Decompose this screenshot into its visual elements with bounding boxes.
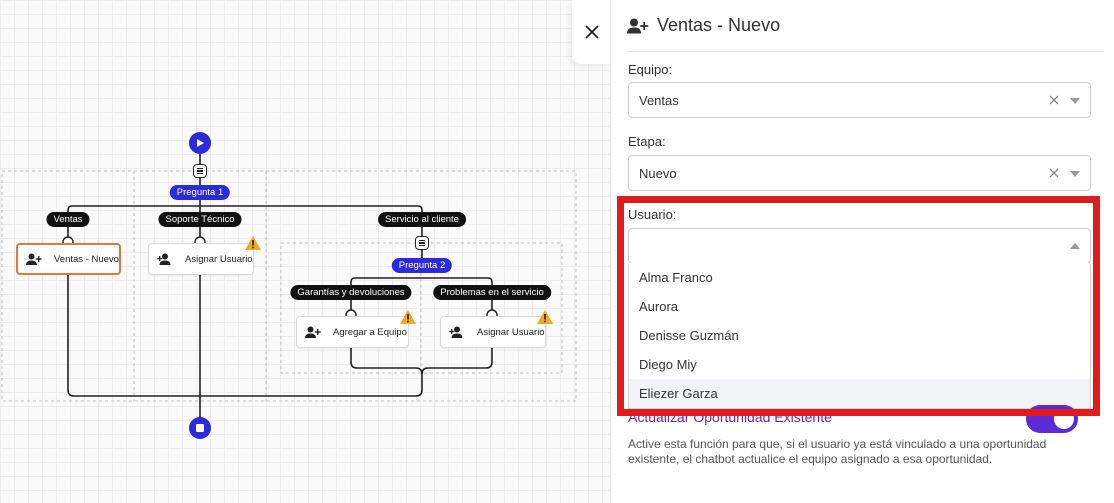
question-label-1[interactable]: Pregunta 1 (169, 185, 231, 200)
stage-label: Etapa: (628, 134, 666, 149)
node-label: Asignar Usuario (185, 253, 253, 265)
warning-icon (400, 310, 416, 324)
user-option[interactable]: Denisse Guzmán (629, 321, 1090, 350)
toggle-label: Actualizar Oportunidad Existente (628, 409, 832, 425)
user-dropdown: Alma Franco Aurora Denisse Guzmán Diego … (628, 263, 1091, 409)
chevron-down-icon[interactable] (1070, 171, 1080, 177)
clear-icon[interactable] (1048, 167, 1060, 179)
team-label: Equipo: (628, 62, 673, 77)
question-label-2[interactable]: Pregunta 2 (391, 258, 453, 273)
user-plus-icon (627, 18, 649, 34)
warning-icon (245, 236, 261, 250)
menu-icon[interactable] (415, 236, 429, 250)
user-option[interactable]: Aurora (629, 292, 1090, 321)
node-label: Ventas - Nuevo (54, 253, 119, 265)
stage-value: Nuevo (639, 165, 677, 181)
node-asignar-usuario[interactable]: Asignar Usuario (148, 243, 254, 275)
user-option[interactable]: Alma Franco (629, 263, 1090, 292)
toggle-help-text: Active esta función para que, si el usua… (628, 437, 1047, 466)
panel-title: Ventas - Nuevo (657, 15, 781, 35)
node-agregar-equipo[interactable]: Agregar a Equipo (296, 316, 409, 348)
user-plus-icon (157, 252, 175, 266)
user-plus-icon (305, 325, 323, 339)
user-select[interactable] (628, 228, 1091, 264)
node-label: Asignar Usuario (477, 326, 545, 338)
user-label: Usuario: (628, 207, 677, 222)
toggle-knob (1054, 409, 1074, 429)
warning-icon (537, 310, 553, 324)
branch-label-servicio[interactable]: Servicio al cliente (378, 212, 466, 227)
play-icon[interactable] (189, 132, 211, 154)
panel-header: Ventas - Nuevo (627, 0, 1103, 52)
user-plus-icon (449, 325, 467, 339)
stage-select[interactable]: Nuevo (628, 155, 1091, 191)
node-ventas-nuevo[interactable]: Ventas - Nuevo (16, 243, 121, 275)
close-icon (585, 25, 599, 39)
clear-icon[interactable] (1048, 94, 1060, 106)
node-asignar-usuario-2[interactable]: Asignar Usuario (440, 316, 546, 348)
branch-label-soporte[interactable]: Soporte Técnico (158, 212, 242, 227)
branch-label-ventas[interactable]: Ventas (46, 212, 90, 227)
team-value: Ventas (639, 92, 679, 108)
node-label: Agregar a Equipo (333, 326, 407, 338)
user-plus-icon (26, 252, 44, 266)
team-select[interactable]: Ventas (628, 82, 1091, 118)
menu-icon[interactable] (193, 164, 207, 178)
branch-label-problemas[interactable]: Problemas en el servicio (433, 285, 551, 300)
chevron-up-icon[interactable] (1070, 243, 1080, 249)
flow-canvas[interactable]: Pregunta 1 Ventas Soporte Técnico Servic… (0, 0, 610, 503)
user-option[interactable]: Eliezer Garza (629, 379, 1090, 408)
chevron-down-icon[interactable] (1070, 98, 1080, 104)
update-opportunity-toggle[interactable] (1026, 405, 1078, 433)
close-button[interactable] (572, 0, 612, 64)
user-option[interactable]: Diego Miy (629, 350, 1090, 379)
stop-icon[interactable] (189, 417, 211, 439)
branch-label-garantias[interactable]: Garantías y devoluciones (290, 285, 412, 300)
